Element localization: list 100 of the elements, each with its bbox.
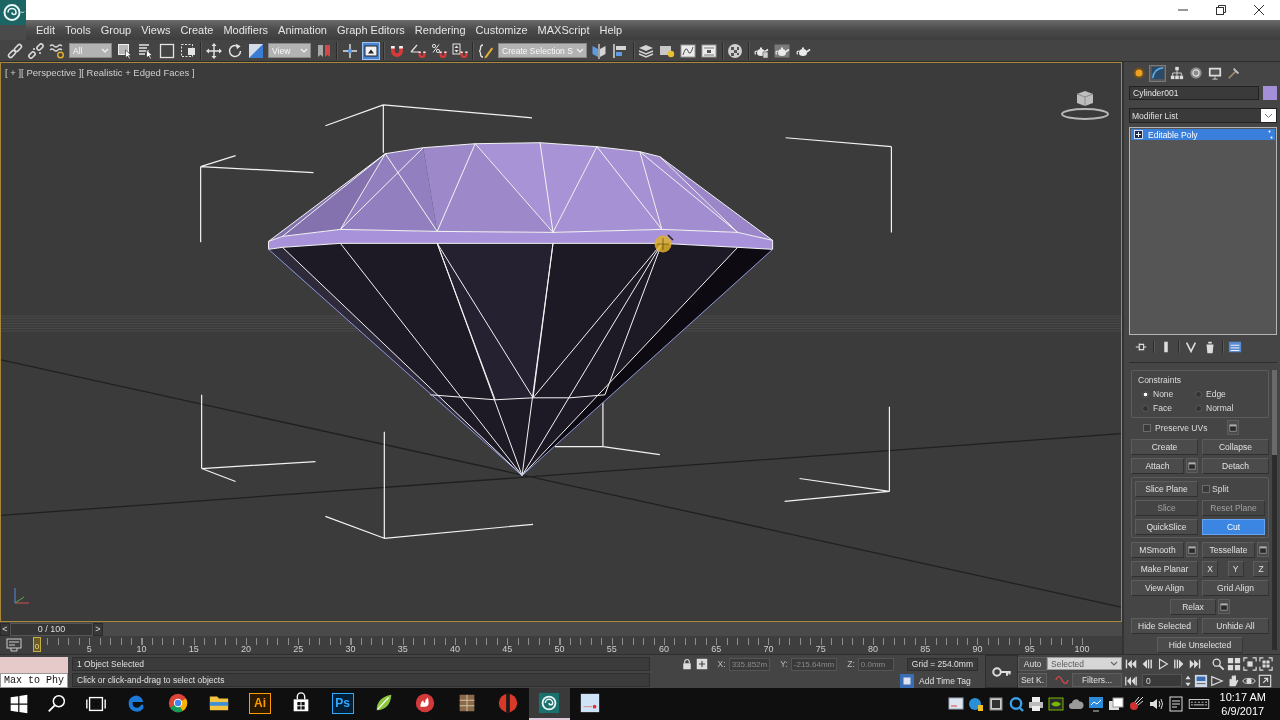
square-tile-icon[interactable]: [900, 673, 914, 688]
checkbox[interactable]: [1143, 423, 1151, 432]
printer-icon[interactable]: [1027, 696, 1044, 712]
broken-chain-icon[interactable]: [27, 42, 44, 59]
radio-button[interactable]: [1195, 404, 1202, 412]
script-input-field[interactable]: [0, 657, 68, 673]
radio-button[interactable]: [1142, 404, 1149, 412]
plus-tile-icon[interactable]: [695, 658, 708, 671]
stack-item[interactable]: Editable Poly: [1131, 129, 1275, 140]
swatch-icon[interactable]: [1263, 86, 1277, 100]
checker-sphere-icon[interactable]: [727, 42, 744, 59]
panel-tab[interactable]: [1168, 64, 1185, 82]
modifier-dropdown[interactable]: Modifier List: [1129, 108, 1277, 123]
menu-item[interactable]: Help: [599, 24, 623, 36]
menu-item[interactable]: Rendering: [414, 24, 466, 36]
zoom-icon[interactable]: [1211, 657, 1225, 672]
radio-button[interactable]: [1142, 390, 1149, 398]
script-output-field[interactable]: Max to Phy: [0, 673, 68, 688]
panel-box-icon[interactable]: [1194, 673, 1208, 688]
notes-icon[interactable]: [1167, 696, 1184, 712]
crosshair-icon[interactable]: [341, 42, 358, 59]
scrollbar-track[interactable]: [1272, 370, 1277, 650]
panel-tab[interactable]: [1187, 64, 1204, 82]
up-arrow-frame-icon[interactable]: [362, 42, 379, 59]
key-filter-dropdown[interactable]: Selected: [1047, 657, 1122, 670]
restore-icon[interactable]: [1216, 5, 1226, 15]
bracket-square-icon[interactable]: [1243, 657, 1257, 672]
time-slider-thumb[interactable]: 0 / 100: [10, 622, 93, 636]
modifier-stack[interactable]: Editable Poly: [1129, 127, 1277, 335]
rollout-button[interactable]: Tessellate: [1202, 541, 1255, 558]
rollout-button[interactable]: MSmooth: [1131, 541, 1184, 558]
panel-tab[interactable]: [1149, 64, 1166, 82]
menu-item[interactable]: Graph Editors: [336, 24, 405, 36]
menu-item[interactable]: Views: [141, 24, 171, 36]
dashed-rectangle-icon[interactable]: [179, 42, 196, 59]
play-icon[interactable]: [1156, 657, 1170, 672]
four-squares-icon[interactable]: [1227, 657, 1241, 672]
cursor-box-icon[interactable]: [116, 42, 133, 59]
list-window-icon[interactable]: [1228, 340, 1242, 354]
lock-icon[interactable]: [680, 658, 693, 671]
set-key-button[interactable]: [985, 655, 1018, 688]
clock-time[interactable]: 10:17 AM: [1219, 690, 1266, 704]
align-bars-icon[interactable]: [612, 42, 629, 59]
menu-item[interactable]: Modifiers: [223, 24, 269, 36]
menu-item[interactable]: MAXScript: [537, 24, 590, 36]
circle-badge-icon[interactable]: [967, 696, 984, 712]
triangle-icon[interactable]: [1210, 673, 1224, 688]
layers-icon[interactable]: [638, 42, 655, 59]
key-mode-button[interactable]: Set K.: [1018, 673, 1047, 687]
rollout-button[interactable]: Grid Align: [1202, 579, 1269, 596]
checkbox[interactable]: [1202, 484, 1210, 493]
menu-item[interactable]: Create: [180, 24, 214, 36]
rollout-button[interactable]: QuickSlice: [1135, 518, 1198, 535]
frame-field[interactable]: 0: [1142, 674, 1182, 688]
taskbar-app-button[interactable]: [528, 688, 570, 720]
list-cursor-icon[interactable]: [137, 42, 154, 59]
teapot-frame-icon[interactable]: [774, 42, 791, 59]
radio-button[interactable]: [1195, 390, 1202, 398]
taskbar-app-button[interactable]: Ai: [239, 688, 281, 720]
keyboard-icon[interactable]: [1187, 696, 1210, 712]
rollout-button[interactable]: Relax: [1170, 598, 1216, 615]
close-icon[interactable]: [1254, 5, 1264, 15]
meteor-icon[interactable]: [1127, 696, 1144, 712]
ring-tail-icon[interactable]: [1007, 696, 1024, 712]
view-cube-icon[interactable]: [1060, 89, 1110, 121]
menu-item[interactable]: Group: [100, 24, 132, 36]
speaker-icon[interactable]: [1147, 696, 1164, 712]
panel-window-icon[interactable]: [701, 42, 718, 59]
bracket-squares-icon[interactable]: [1259, 657, 1273, 672]
settings-button[interactable]: [1227, 420, 1239, 435]
spinner-arrows-icon[interactable]: [1184, 673, 1192, 688]
axis-button[interactable]: Z: [1253, 560, 1269, 577]
time-slider-track[interactable]: < 0 / 100 >: [0, 622, 1122, 636]
settings-button[interactable]: [1257, 542, 1269, 557]
flags-icon[interactable]: [315, 42, 332, 59]
app-logo-icon[interactable]: [0, 0, 26, 25]
curve-window-icon[interactable]: [680, 42, 697, 59]
square-icon[interactable]: [987, 696, 1004, 712]
rollout-button[interactable]: Cut: [1202, 518, 1265, 535]
diamond-mesh[interactable]: [268, 142, 774, 476]
axis-button[interactable]: X: [1202, 560, 1218, 577]
axis-button[interactable]: Y: [1227, 560, 1244, 577]
menu-item[interactable]: Animation: [278, 24, 327, 36]
rollout-button[interactable]: Collapse: [1202, 438, 1269, 455]
rollout-button[interactable]: Unhide All: [1202, 617, 1269, 634]
time-tag-button[interactable]: Add Time Tag: [919, 675, 971, 686]
panel-tab[interactable]: [1130, 64, 1147, 82]
wavy-lines-icon[interactable]: [48, 42, 65, 59]
scale-square-icon[interactable]: [247, 42, 264, 59]
menu-item[interactable]: Customize: [475, 24, 528, 36]
screen-card-icon[interactable]: [947, 696, 964, 712]
next-frame-button[interactable]: >: [93, 622, 103, 636]
search-icon[interactable]: [45, 693, 68, 715]
mirror-icon[interactable]: [591, 42, 608, 59]
clock-date[interactable]: 6/9/2017: [1221, 704, 1265, 718]
four-panes-icon[interactable]: [8, 694, 29, 714]
viewport[interactable]: [ + ][ Perspective ][ Realistic + Edged Faces ]: [0, 62, 1122, 622]
rollout-button[interactable]: View Align: [1131, 579, 1198, 596]
rollout-button[interactable]: Slice Plane: [1135, 480, 1198, 497]
v-shape-icon[interactable]: [1184, 340, 1198, 354]
